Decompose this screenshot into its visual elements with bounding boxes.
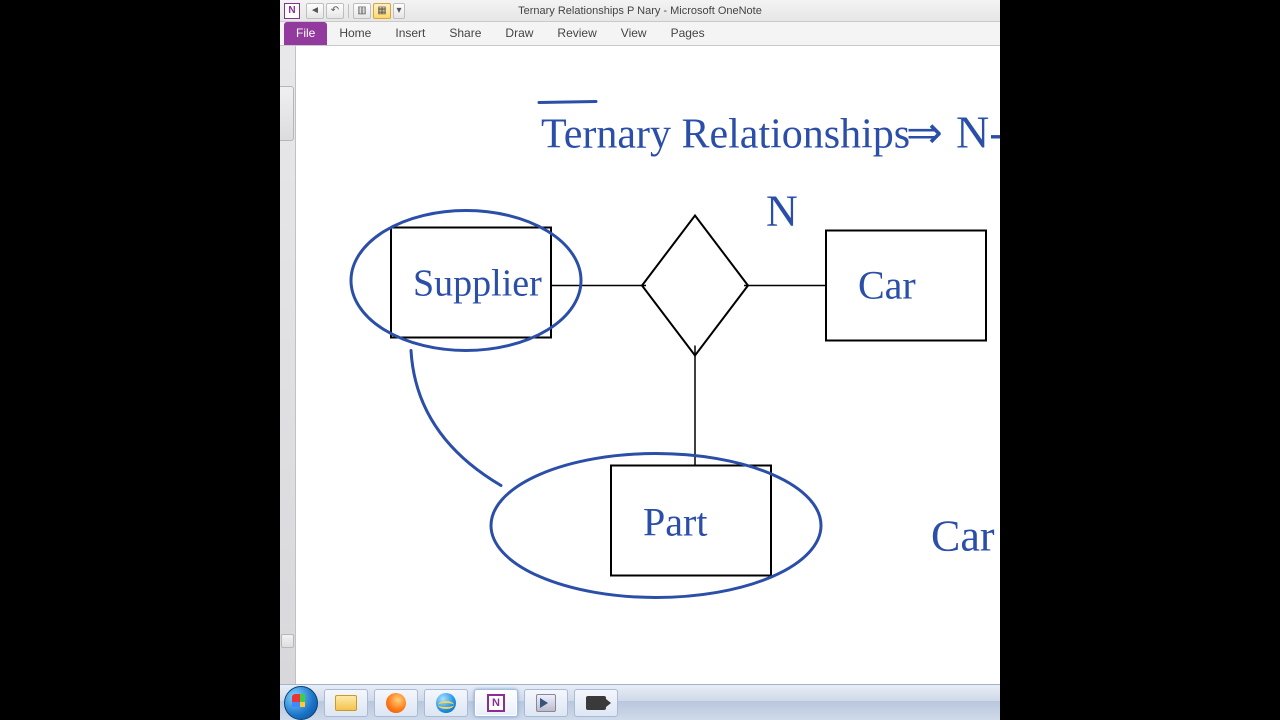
tab-draw[interactable]: Draw [493,22,545,45]
start-button[interactable] [284,686,318,720]
taskbar-ie[interactable] [424,689,468,717]
onenote-icon: N [487,694,505,712]
arrow-glyph: ⇒ [906,109,943,158]
tab-review[interactable]: Review [545,22,608,45]
tab-share[interactable]: Share [437,22,493,45]
onenote-window: N ◄ ↶ ▥ ▦ ▾ Ternary Relationships P Nary… [280,0,1000,720]
entity-supplier-label: Supplier [413,263,542,305]
player-icon [536,694,556,712]
note-canvas[interactable]: Ternary Relationships ⇒ N- N Supplier [296,46,1000,685]
n-top-label: N [766,187,798,236]
title-bar: N ◄ ↶ ▥ ▦ ▾ Ternary Relationships P Nary… [280,0,1000,22]
side-car-text: Car [931,512,995,561]
qat-undo-button[interactable]: ↶ [326,3,344,19]
relationship-diamond [642,216,748,356]
workspace: Ternary Relationships ⇒ N- N Supplier [280,46,1000,720]
qat-back-button[interactable]: ◄ [306,3,324,19]
taskbar-onenote[interactable]: N [474,689,518,717]
ribbon-tabs: File Home Insert Share Draw Review View … [280,22,1000,46]
tab-insert[interactable]: Insert [383,22,437,45]
diagram-title: Ternary Relationships [541,112,910,158]
tab-file[interactable]: File [284,22,327,45]
qat-layout-button[interactable]: ▥ [353,3,371,19]
vertical-scroll-thumb[interactable] [281,634,294,648]
app-icon: N [284,3,300,19]
entity-car-label: Car [858,263,916,308]
diagram-svg: Ternary Relationships ⇒ N- N Supplier [296,46,1000,685]
taskbar-camera[interactable] [574,689,618,717]
firefox-icon [386,693,406,713]
camera-icon [586,696,606,710]
qat-separator [348,4,349,18]
taskbar-firefox[interactable] [374,689,418,717]
vertical-scrollbar[interactable] [280,46,296,650]
tab-view[interactable]: View [609,22,659,45]
n-right-label: N- [956,107,1000,158]
qat-select-button[interactable]: ▦ [373,3,391,19]
quick-access-toolbar: ◄ ↶ ▥ ▦ ▾ [306,3,405,19]
folder-icon [335,695,357,711]
taskbar-player[interactable] [524,689,568,717]
taskbar-explorer[interactable] [324,689,368,717]
nav-pane-sliver[interactable] [280,46,296,685]
tab-home[interactable]: Home [327,22,383,45]
supplier-part-link [411,351,501,486]
entity-part-label: Part [643,500,707,545]
qat-customize-button[interactable]: ▾ [393,3,405,19]
windows-taskbar: N [280,684,1000,720]
tab-pages[interactable]: Pages [659,22,717,45]
ie-icon [436,693,456,713]
